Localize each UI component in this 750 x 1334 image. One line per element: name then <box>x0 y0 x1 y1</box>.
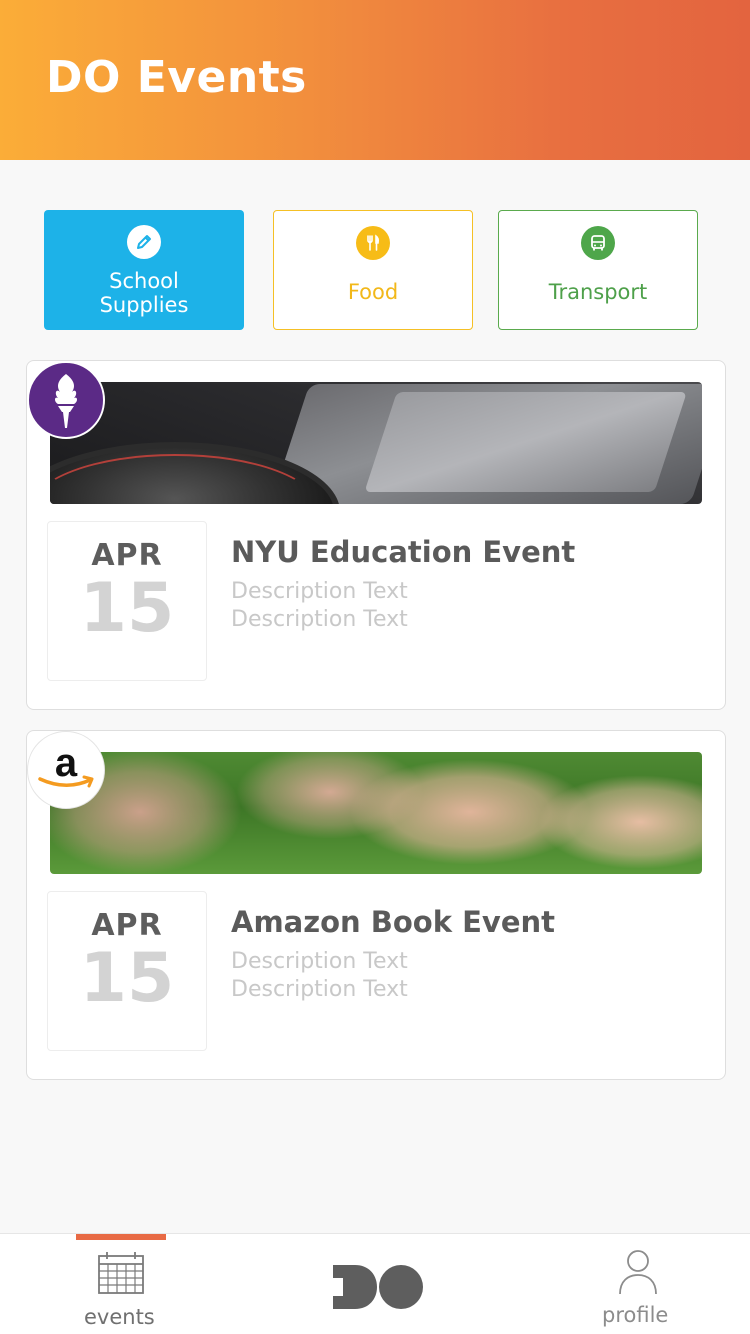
event-image <box>50 382 702 504</box>
phone-shape <box>270 384 702 504</box>
event-date: APR 15 <box>47 891 207 1051</box>
fork-knife-icon <box>356 226 390 260</box>
profile-icon <box>619 1250 657 1295</box>
category-label: School Supplies <box>99 269 189 317</box>
amazon-logo: a <box>27 731 105 809</box>
event-date-month: APR <box>91 908 163 943</box>
do-logo-icon <box>333 1265 423 1309</box>
event-date-month: APR <box>91 538 163 573</box>
event-description-line: Description Text <box>231 949 408 974</box>
event-title: Amazon Book Event <box>231 905 555 939</box>
nyu-torch-logo <box>27 361 105 439</box>
event-description-line: Description Text <box>231 977 408 1002</box>
event-description-line: Description Text <box>231 579 408 604</box>
event-description-line: Description Text <box>231 607 408 632</box>
amazon-smile-icon <box>38 775 94 788</box>
category-food-button[interactable]: Food <box>273 210 473 330</box>
pencil-icon <box>127 225 161 259</box>
event-date-day: 15 <box>79 569 175 648</box>
event-card[interactable]: APR 15 NYU Education Event Description T… <box>26 360 726 710</box>
event-card[interactable]: a APR 15 Amazon Book Event Description T… <box>26 730 726 1080</box>
category-label: Transport <box>548 280 648 304</box>
event-date-day: 15 <box>79 939 175 1018</box>
calendar-icon <box>98 1252 144 1294</box>
active-tab-indicator <box>76 1234 166 1240</box>
category-school-supplies-button[interactable]: School Supplies <box>44 210 244 330</box>
page-title: DO Events <box>46 52 307 103</box>
app-header: DO Events <box>0 0 750 160</box>
tab-bar: events profile <box>0 1233 750 1334</box>
bus-icon <box>581 226 615 260</box>
tab-profile-label: profile <box>602 1303 669 1327</box>
event-title: NYU Education Event <box>231 535 576 569</box>
category-label: Food <box>347 280 399 304</box>
category-transport-button[interactable]: Transport <box>498 210 698 330</box>
tab-events-label: events <box>84 1305 155 1329</box>
event-date: APR 15 <box>47 521 207 681</box>
event-image <box>50 752 702 874</box>
phone-screen-shape <box>364 392 687 492</box>
